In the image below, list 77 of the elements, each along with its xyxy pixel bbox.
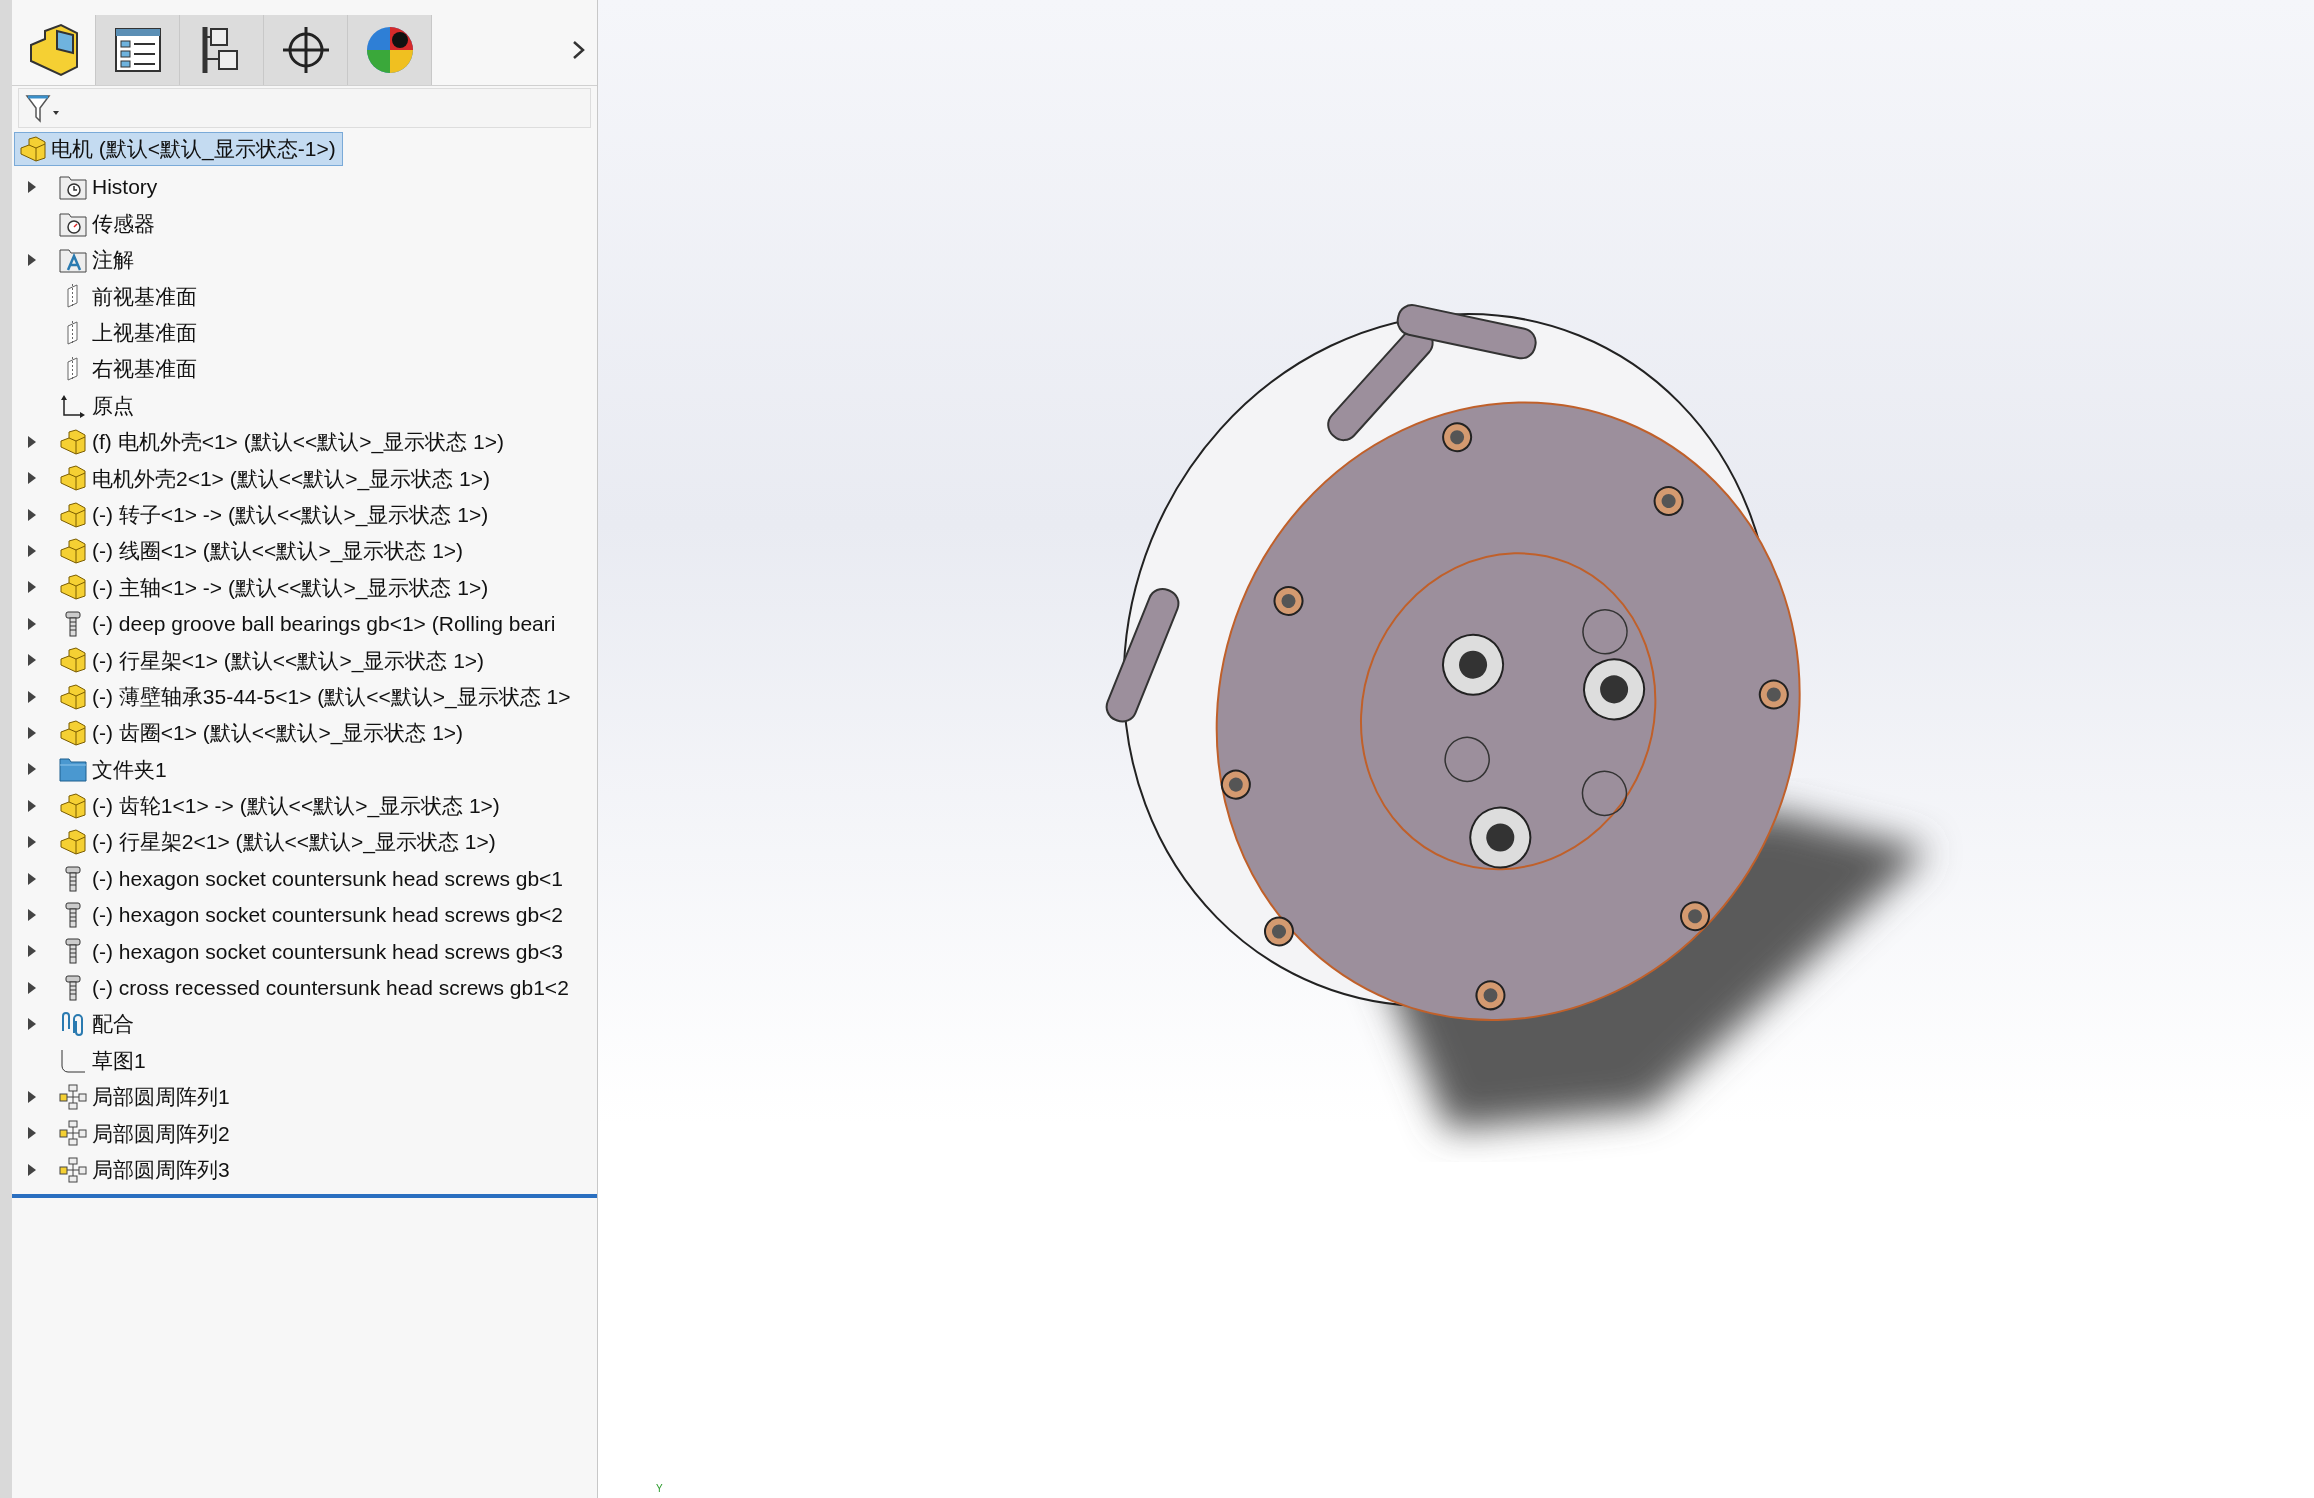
tree-item[interactable]: 局部圆周阵列1 (12, 1078, 597, 1116)
expand-arrow-icon[interactable] (28, 690, 36, 703)
letter-a-folder-icon (59, 246, 87, 273)
expand-arrow-icon[interactable] (28, 1127, 36, 1140)
part-icon (19, 136, 47, 162)
expand-arrow-icon[interactable] (28, 545, 36, 558)
part-icon (59, 647, 87, 674)
expand-arrow-icon[interactable] (28, 727, 36, 740)
expand-arrow-icon[interactable] (28, 508, 36, 521)
expand-arrow-icon[interactable] (28, 581, 36, 594)
panel-tab[interactable] (96, 15, 180, 85)
tree-item[interactable]: (-) hexagon socket countersunk head screws gb<3 (12, 933, 597, 970)
expand-arrow-icon[interactable] (28, 617, 36, 630)
panel-tab[interactable] (180, 15, 264, 85)
expand-arrow-icon[interactable] (28, 799, 36, 812)
tree-item[interactable]: (-) 薄壁轴承35-44-5<1> (默认<<默认>_显示状态 1> (12, 678, 597, 715)
expand-arrow-icon[interactable] (28, 981, 36, 994)
tree-item[interactable]: (-) deep groove ball bearings gb<1> (Rolling beari (12, 605, 597, 643)
tree-item[interactable]: (-) 转子<1> -> (默认<<默认>_显示状态 1>) (12, 496, 597, 533)
tree-item[interactable]: 右视基准面 (12, 350, 597, 388)
tree-item[interactable]: 传感器 (12, 205, 597, 242)
part-icon (59, 465, 87, 492)
tree-item[interactable]: 文件夹1 (12, 751, 597, 788)
expand-arrow-icon[interactable] (28, 181, 36, 194)
expand-arrow-icon[interactable] (28, 253, 36, 266)
expand-arrow-icon[interactable] (28, 945, 36, 958)
expand-arrow-icon[interactable] (28, 654, 36, 667)
tree-item[interactable]: 注解 (12, 241, 597, 279)
tree-item[interactable]: (-) 主轴<1> -> (默认<<默认>_显示状态 1>) (12, 569, 597, 606)
expand-arrow-icon[interactable] (28, 472, 36, 485)
expand-arrow-icon[interactable] (28, 763, 36, 776)
part-icon (59, 574, 87, 601)
part-icon (59, 501, 87, 528)
tree-item[interactable]: 局部圆周阵列2 (12, 1115, 597, 1152)
tree-item[interactable]: (-) hexagon socket countersunk head screws gb<2 (12, 896, 597, 934)
tree-item[interactable]: History (12, 169, 597, 206)
tree-item[interactable]: 原点 (12, 387, 597, 424)
tree-item[interactable]: 前视基准面 (12, 278, 597, 315)
circular-pattern-icon (59, 1156, 87, 1183)
circular-pattern-icon (59, 1120, 87, 1147)
chevron-right-icon[interactable] (571, 39, 587, 61)
triad-axis-label: Y (656, 1482, 663, 1496)
tree-item[interactable]: (-) 行星架<1> (默认<<默认>_显示状态 1>) (12, 642, 597, 679)
panel-tab[interactable] (348, 15, 432, 85)
expand-arrow-icon[interactable] (28, 1163, 36, 1176)
filter-icon[interactable] (25, 93, 61, 123)
part-icon (59, 683, 87, 710)
part-icon (59, 792, 87, 819)
tree-item[interactable]: 电机外壳2<1> (默认<<默认>_显示状态 1>) (12, 460, 597, 497)
part-icon (59, 428, 87, 455)
panel-tab[interactable] (264, 15, 348, 85)
expand-arrow-icon[interactable] (28, 1018, 36, 1031)
clock-folder-icon (59, 174, 87, 201)
expand-arrow-icon[interactable] (28, 872, 36, 885)
tree-item[interactable]: (f) 电机外壳<1> (默认<<默认>_显示状态 1>) (12, 423, 597, 461)
expand-arrow-icon[interactable] (28, 909, 36, 921)
sketch-icon (59, 1047, 87, 1074)
tree-item[interactable]: (-) 齿圈<1> (默认<<默认>_显示状态 1>) (12, 714, 597, 752)
folder-icon (59, 756, 87, 783)
tree-item[interactable]: 草图1 (12, 1042, 597, 1079)
tree-item[interactable]: (-) 线圈<1> (默认<<默认>_显示状态 1>) (12, 532, 597, 570)
tree-item[interactable]: 局部圆周阵列3 (12, 1151, 597, 1188)
part-icon (59, 720, 87, 747)
gauge-folder-icon (59, 210, 87, 237)
expand-arrow-icon[interactable] (28, 836, 36, 849)
tree-root-item[interactable]: 电机 (默认<默认_显示状态-1>) (14, 132, 343, 166)
tree-item[interactable]: (-) hexagon socket countersunk head screws gb<1 (12, 860, 597, 897)
tree-item[interactable]: 上视基准面 (12, 314, 597, 351)
expand-arrow-icon[interactable] (28, 435, 36, 448)
part-icon (59, 829, 87, 856)
tree-item[interactable]: (-) 齿轮1<1> -> (默认<<默认>_显示状态 1>) (12, 787, 597, 825)
part-icon (59, 538, 87, 565)
circular-pattern-icon (59, 1083, 87, 1110)
tree-item[interactable]: (-) cross recessed countersunk head screws gb1<2 (12, 969, 597, 1006)
expand-arrow-icon[interactable] (28, 1090, 36, 1103)
tree-item[interactable]: 配合 (12, 1006, 597, 1043)
tree-item[interactable]: (-) 行星架2<1> (默认<<默认>_显示状态 1>) (12, 824, 597, 861)
